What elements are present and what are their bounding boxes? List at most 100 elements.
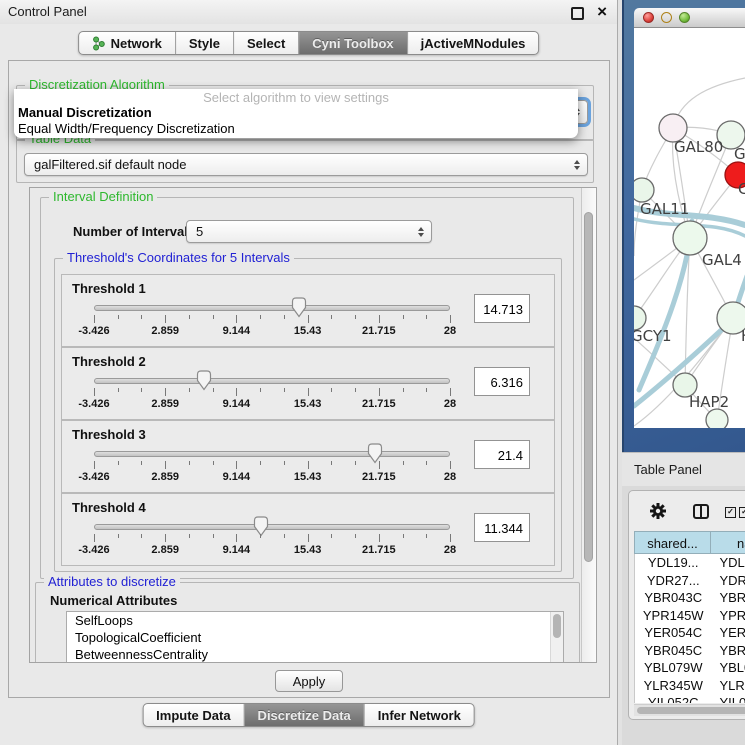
tab-select[interactable]: Select <box>233 32 298 54</box>
node-label: GCY1 <box>634 327 672 345</box>
split-panel-icon[interactable] <box>693 504 709 519</box>
table-row[interactable]: YBR045CYBR0 <box>635 642 745 660</box>
horizontal-scrollbar[interactable] <box>634 704 745 716</box>
threshold-value-input[interactable]: 6.316 <box>474 367 530 396</box>
threshold-slider-track[interactable] <box>94 451 450 457</box>
number-of-intervals-combobox[interactable]: 5 <box>186 220 432 243</box>
tab-style[interactable]: Style <box>175 32 233 54</box>
vertical-scrollbar-thumb[interactable] <box>584 212 593 562</box>
slider-tick-labels: -3.4262.8599.14415.4321.71528 <box>94 398 451 411</box>
cell-name[interactable]: YPR1 <box>711 607 745 625</box>
attribute-list-item[interactable]: BetweennessCentrality <box>67 646 563 663</box>
tick-label: -3.426 <box>78 325 109 337</box>
tab-infer-network[interactable]: Infer Network <box>364 704 474 726</box>
list-scrollbar[interactable] <box>550 612 563 662</box>
table-row[interactable]: YLR345WYLR3 <box>635 677 745 695</box>
close-icon[interactable]: × <box>597 1 607 23</box>
cell-name[interactable]: YER0 <box>711 624 745 642</box>
tab-impute-data[interactable]: Impute Data <box>143 704 243 726</box>
cell-name[interactable]: YDR2 <box>711 572 745 590</box>
tick-label: 2.859 <box>151 398 179 410</box>
threshold-slider-track[interactable] <box>94 378 450 384</box>
table-data-combobox[interactable]: galFiltered.sif default node <box>24 153 588 176</box>
cell-shared-name[interactable]: YER054C <box>635 624 711 642</box>
settings-gear-icon[interactable] <box>649 502 667 520</box>
tick-label: 28 <box>444 325 456 337</box>
network-node[interactable] <box>706 409 728 428</box>
table-row[interactable]: YDR27...YDR2 <box>635 572 745 590</box>
table-row[interactable]: YPR145WYPR1 <box>635 607 745 625</box>
cell-shared-name[interactable]: YDR27... <box>635 572 711 590</box>
cell-name[interactable]: YLR3 <box>711 677 745 695</box>
node-label: GA <box>734 145 745 163</box>
cell-shared-name[interactable]: YPR145W <box>635 607 711 625</box>
tab-discretize-data[interactable]: Discretize Data <box>244 704 364 726</box>
apply-button[interactable]: Apply <box>275 670 343 692</box>
table-row[interactable]: YBL079WYBL0 <box>635 659 745 677</box>
tab-cyni-toolbox[interactable]: Cyni Toolbox <box>298 32 406 54</box>
tab-label: jActiveMNodules <box>421 36 526 51</box>
slider-ticks <box>94 388 451 397</box>
slider-ticks <box>94 534 451 543</box>
select-columns-icon[interactable]: ✓ ✓ <box>725 507 745 518</box>
list-scrollbar-thumb[interactable] <box>553 614 561 638</box>
cell-shared-name[interactable]: YBL079W <box>635 659 711 677</box>
node-label: GAL80 <box>674 138 723 156</box>
numerical-attributes-list[interactable]: SelfLoopsTopologicalCoefficientBetweenne… <box>66 611 564 663</box>
threshold-value-input[interactable]: 21.4 <box>474 440 530 469</box>
tick-label: 15.43 <box>294 325 322 337</box>
cell-name[interactable]: YIL0 <box>711 694 745 703</box>
node-label: GAL11 <box>640 200 689 218</box>
slider-ticks <box>94 315 451 324</box>
cell-shared-name[interactable]: YBR045C <box>635 642 711 660</box>
vertical-scrollbar[interactable] <box>581 188 596 662</box>
threshold-slider-track[interactable] <box>94 305 450 311</box>
tab-jactivemnodules[interactable]: jActiveMNodules <box>407 32 539 54</box>
dropdown-option-equal-width-frequency[interactable]: Equal Width/Frequency Discretization <box>14 121 578 137</box>
cell-name[interactable]: YBR0 <box>711 589 745 607</box>
control-panel-window: Control Panel × NetworkStyleSelectCyni T… <box>0 0 618 745</box>
tab-label: Select <box>247 36 285 51</box>
minimize-window-icon[interactable] <box>661 12 672 23</box>
network-window-titlebar <box>634 8 745 28</box>
cell-shared-name[interactable]: YIL052C <box>635 694 711 703</box>
horizontal-scrollbar-thumb[interactable] <box>637 707 745 714</box>
column-header-name[interactable]: na <box>711 531 745 554</box>
cell-name[interactable]: YBR0 <box>711 642 745 660</box>
tick-label: 9.144 <box>223 544 251 556</box>
table-row[interactable]: YDL19...YDL1 <box>635 554 745 572</box>
table-row[interactable]: YIL052CYIL0 <box>635 694 745 703</box>
tick-label: 28 <box>444 544 456 556</box>
cell-shared-name[interactable]: YLR345W <box>635 677 711 695</box>
slider-tick-labels: -3.4262.8599.14415.4321.71528 <box>94 544 451 557</box>
table-panel: ✓ ✓ shared... na YDL19...YDL1YDR27...YDR… <box>628 490 745 720</box>
thresholds-legend: Threshold's Coordinates for 5 Intervals <box>63 251 294 265</box>
dropdown-prompt: Select algorithm to view settings <box>14 89 578 105</box>
cell-shared-name[interactable]: YDL19... <box>635 554 711 572</box>
tick-label: 9.144 <box>223 398 251 410</box>
dropdown-option-manual-discretization[interactable]: Manual Discretization <box>14 105 578 121</box>
table-row[interactable]: YBR043CYBR0 <box>635 589 745 607</box>
float-window-icon[interactable] <box>571 7 584 20</box>
tick-label: 21.715 <box>362 398 396 410</box>
threshold-value-input[interactable]: 11.344 <box>474 513 530 542</box>
network-node[interactable] <box>673 221 707 255</box>
close-window-icon[interactable] <box>643 12 654 23</box>
table-row[interactable]: YER054CYER0 <box>635 624 745 642</box>
network-canvas[interactable]: GAL80GACGAL11GAL4GCY1HHAP2 <box>634 28 745 428</box>
column-header-shared-name[interactable]: shared... <box>634 531 711 554</box>
combo-stepper-icon <box>418 227 424 237</box>
threshold-slider-track[interactable] <box>94 524 450 530</box>
tab-network[interactable]: Network <box>79 32 175 54</box>
interval-definition-section: Interval Definition Number of Intervals … <box>40 197 574 579</box>
threshold-value-input[interactable]: 14.713 <box>474 294 530 323</box>
cell-shared-name[interactable]: YBR043C <box>635 589 711 607</box>
network-node[interactable] <box>634 178 654 202</box>
tick-label: -3.426 <box>78 544 109 556</box>
attribute-list-item[interactable]: SelfLoops <box>67 612 563 629</box>
table-data-section: Table Data galFiltered.sif default node <box>16 139 594 183</box>
cell-name[interactable]: YBL0 <box>711 659 745 677</box>
attribute-list-item[interactable]: TopologicalCoefficient <box>67 629 563 646</box>
cell-name[interactable]: YDL1 <box>711 554 745 572</box>
zoom-window-icon[interactable] <box>679 12 690 23</box>
